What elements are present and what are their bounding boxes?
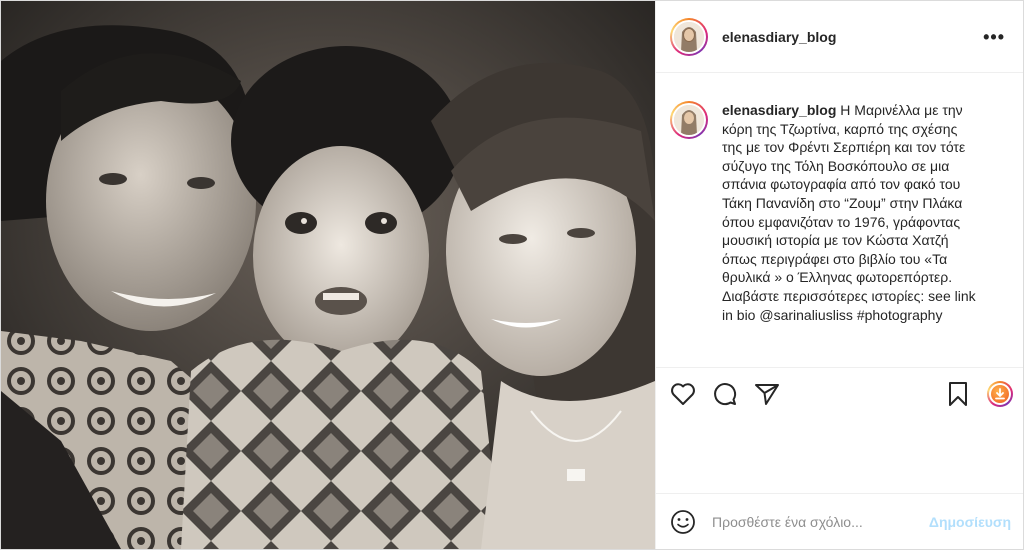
smiley-icon[interactable]: [670, 509, 696, 535]
bookmark-icon[interactable]: [947, 381, 969, 407]
caption-avatar-ring[interactable]: [670, 101, 708, 139]
caption-area[interactable]: elenasdiary_blog Η Μαρινέλλα με την κόρη…: [656, 73, 1023, 367]
caption-text: elenasdiary_blog Η Μαρινέλλα με την κόρη…: [722, 101, 980, 324]
post-header: elenasdiary_blog •••: [656, 1, 1023, 73]
avatar: [674, 21, 704, 52]
comment-icon[interactable]: [712, 381, 738, 407]
heart-icon[interactable]: [670, 382, 696, 406]
caption-username[interactable]: elenasdiary_blog: [722, 102, 836, 118]
post-photo[interactable]: [1, 1, 656, 549]
action-bar: [656, 367, 1023, 419]
caption-row: elenasdiary_blog Η Μαρινέλλα με την κόρη…: [670, 101, 1007, 324]
download-circle-icon[interactable]: [987, 380, 1013, 407]
instagram-post: elenasdiary_blog ••• elenasdiary_blog Η …: [0, 0, 1024, 550]
more-horizontal-icon[interactable]: •••: [979, 28, 1009, 46]
story-ring[interactable]: [670, 17, 708, 56]
sepia-family-photo: [1, 1, 655, 549]
header-username[interactable]: elenasdiary_blog: [722, 29, 979, 45]
caption-avatar: [674, 105, 704, 135]
post-comment-button[interactable]: Δημοσίευση: [929, 514, 1011, 530]
paper-plane-icon[interactable]: [754, 382, 780, 406]
add-comment-section: Δημοσίευση: [656, 493, 1023, 549]
post-sidebar: elenasdiary_blog ••• elenasdiary_blog Η …: [656, 1, 1023, 549]
comment-input[interactable]: [710, 512, 929, 531]
caption-body: Η Μαρινέλλα με την κόρη της Τζωρτίνα, κα…: [722, 102, 976, 323]
